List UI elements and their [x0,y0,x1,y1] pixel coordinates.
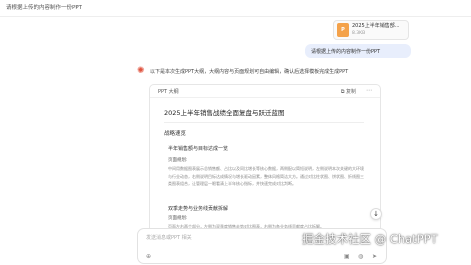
scroll-down-button[interactable]: ↓ [370,208,382,220]
conversation-title[interactable]: 请根据上传的内容制作一份PPT [6,3,82,11]
subsection-heading: 半年销售额与目标达成一览 [168,146,229,152]
page-plan-text: 中间用数据图表展示总销售额、占比以及同比增长等核心数据，两侧配以简短说明，左侧说… [168,166,364,186]
panel-title: PPT 大纲 [158,89,179,95]
send-icon[interactable]: ➤ [372,253,377,260]
user-message: 请根据上传的内容制作一份PPT [305,44,411,58]
image-icon[interactable]: ▣ [344,253,350,260]
page-plan-label: 页面规划: [168,216,188,221]
outline-title: 2025上半年销售战绩全面复盘与跃迁蓝图 [164,109,285,117]
chevron-down-icon[interactable]: ⌄ [74,2,79,9]
assistant-avatar-icon: ✺ [137,66,145,76]
uploaded-file-card[interactable]: P 2025上半年销售部... 8.3KB [333,20,409,40]
divider [164,122,364,123]
assistant-intro: 以下是本次生成PPT大纲，大纲内容与页面规划可自由编辑，确认后选择模板完成生成P… [150,69,349,75]
ppt-outline-panel: PPT 大纲 ⧉ 复制 ⋯ 2025上半年销售战绩全面复盘与跃迁蓝图 战略速览 … [149,84,381,234]
ppt-file-icon: P [337,23,349,37]
section-heading: 战略速览 [164,131,187,137]
top-bar: 请根据上传的内容制作一份PPT ⌄ [0,0,471,17]
file-size: 8.3KB [352,31,366,36]
file-name: 2025上半年销售部... [352,23,400,29]
page-plan-label: 页面规划: [168,158,188,163]
panel-header: PPT 大纲 ⧉ 复制 ⋯ [150,85,380,98]
input-placeholder: 发送消息或PPT 相关 [146,235,192,241]
mic-icon[interactable]: ◍ [358,253,363,260]
subsection-heading: 双季走势与业务线贡献拆解 [168,206,229,212]
watermark: 掘金技术社区 @ ChatPPT [302,232,438,246]
copy-button[interactable]: ⧉ 复制 [341,88,356,95]
close-icon[interactable]: ⋯ [366,87,372,94]
attach-icon[interactable]: ⊕ [146,253,151,260]
copy-label: 复制 [345,89,356,95]
